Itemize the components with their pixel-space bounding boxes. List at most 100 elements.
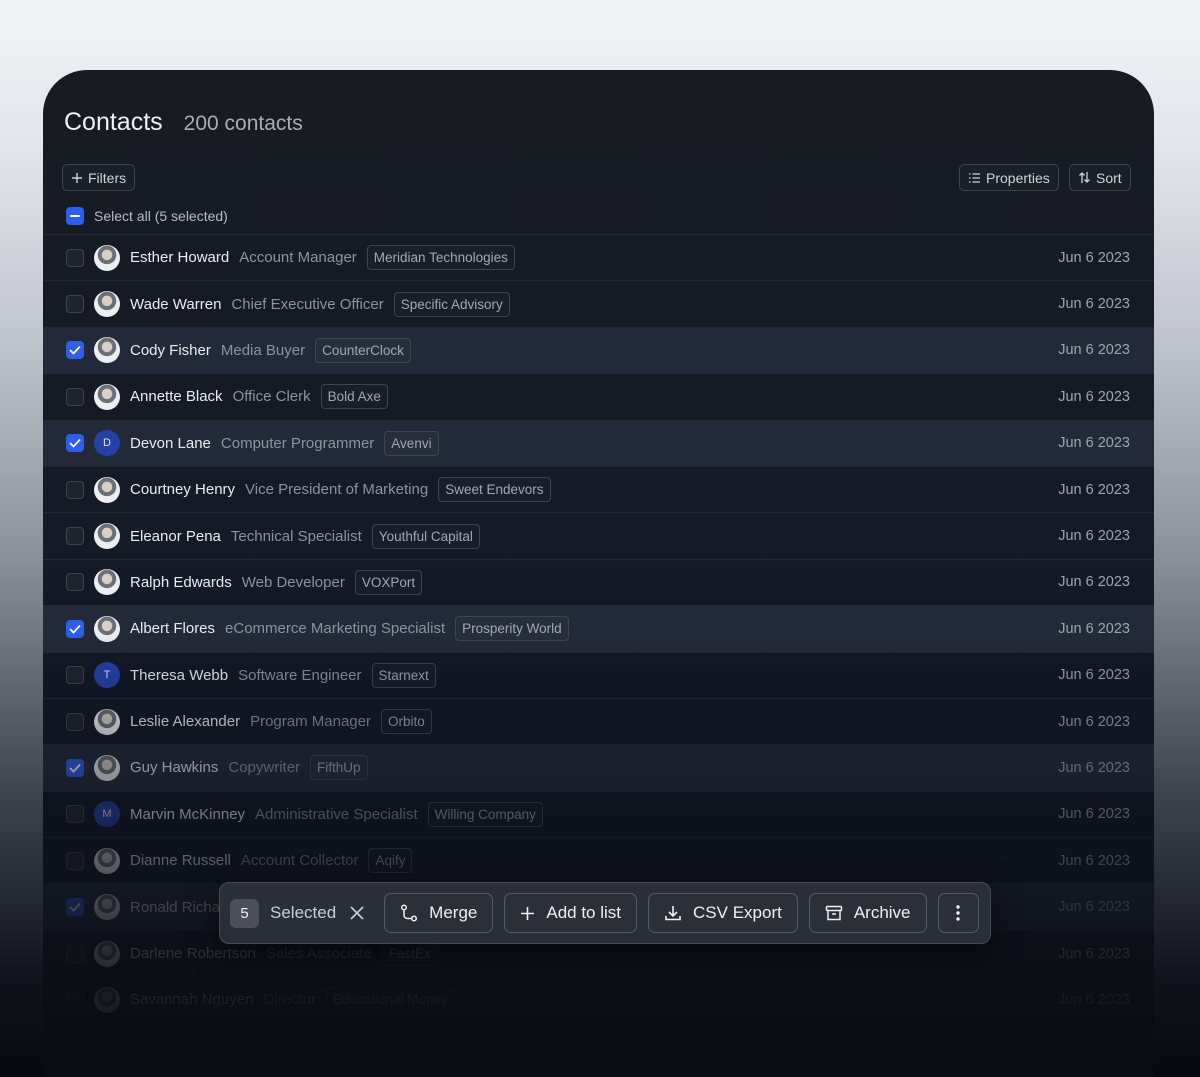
header: Contacts 200 contacts: [64, 108, 303, 137]
contact-row[interactable]: Albert Flores eCommerce Marketing Special…: [43, 605, 1154, 652]
avatar: [94, 894, 120, 921]
avatar: M: [94, 801, 120, 828]
row-checkbox[interactable]: [66, 387, 84, 406]
row-checkbox[interactable]: [66, 944, 84, 963]
row-checkbox[interactable]: [66, 851, 84, 870]
contact-row[interactable]: Savannah Nguyen Director Educational Money…: [43, 976, 1154, 1022]
company-tag[interactable]: FifthUp: [310, 755, 368, 781]
row-checkbox[interactable]: [66, 990, 84, 1009]
contact-row[interactable]: Wade Warren Chief Executive Officer Specif…: [43, 280, 1154, 326]
contact-name: Annette Black: [130, 388, 223, 406]
contact-name: Devon Lane: [130, 434, 211, 452]
avatar: [94, 476, 120, 503]
csv-export-button[interactable]: CSV Export: [648, 893, 798, 933]
more-options-button[interactable]: [937, 893, 979, 933]
row-checkbox[interactable]: [66, 341, 84, 360]
contact-name: Dianne Russell: [130, 852, 231, 870]
row-checkbox[interactable]: [66, 527, 84, 546]
company-tag[interactable]: Bold Axe: [320, 384, 388, 410]
list-icon: [969, 172, 980, 183]
plus-icon: [521, 906, 535, 920]
avatar: T: [94, 662, 120, 689]
contact-row[interactable]: Eleanor Pena Technical Specialist Youthful…: [43, 512, 1154, 558]
contact-row[interactable]: Esther Howard Account Manager Meridian Tec…: [43, 234, 1154, 280]
filters-label: Filters: [88, 169, 127, 186]
sort-label: Sort: [1096, 169, 1122, 186]
row-checkbox[interactable]: [66, 573, 84, 592]
contact-row[interactable]: Ralph Edwards Web Developer VOXPort Jun 6 2…: [43, 558, 1154, 605]
row-checkbox[interactable]: [66, 248, 84, 267]
contact-row[interactable]: Annette Black Office Clerk Bold Axe Jun 6 2…: [43, 373, 1154, 419]
contact-name: Darlene Robertson: [130, 945, 256, 963]
add-to-list-button[interactable]: Add to list: [504, 893, 638, 933]
select-all-row[interactable]: Select all (5 selected): [66, 207, 228, 225]
company-tag[interactable]: CounterClock: [315, 337, 411, 363]
clear-selection-close-icon[interactable]: [350, 906, 364, 920]
check-icon: [69, 439, 81, 449]
contact-row[interactable]: Leslie Alexander Program Manager Orbito Jun…: [43, 697, 1154, 744]
row-checkbox[interactable]: [66, 898, 84, 917]
row-checkbox[interactable]: [66, 295, 84, 314]
avatar: [94, 569, 120, 596]
row-checkbox[interactable]: [66, 480, 84, 499]
contact-date: Jun 6 2023: [1058, 852, 1130, 869]
avatar: [94, 337, 120, 364]
page-title: Contacts: [64, 108, 163, 136]
archive-button[interactable]: Archive: [808, 893, 927, 933]
row-checkbox[interactable]: [66, 434, 84, 453]
contact-row[interactable]: M Marvin McKinney Administrative Specialis…: [43, 790, 1154, 837]
row-checkbox[interactable]: [66, 805, 84, 824]
contact-role: eCommerce Marketing Specialist: [225, 620, 446, 638]
contact-row[interactable]: Dianne Russell Account Collector Aqify Jun …: [43, 837, 1154, 883]
properties-button[interactable]: Properties: [959, 164, 1059, 191]
company-tag[interactable]: Aqify: [368, 848, 413, 874]
contact-row[interactable]: Cody Fisher Media Buyer CounterClock Jun 6 …: [43, 326, 1154, 374]
company-tag[interactable]: Youthful Capital: [371, 523, 480, 549]
contact-role: Program Manager: [250, 713, 371, 731]
archive-label: Archive: [853, 903, 911, 922]
contact-role: Administrative Specialist: [255, 805, 418, 823]
sort-button[interactable]: Sort: [1069, 164, 1131, 191]
contact-role: Director: [263, 991, 316, 1009]
company-tag[interactable]: VOXPort: [354, 569, 423, 595]
contact-date: Jun 6 2023: [1058, 388, 1130, 405]
company-tag[interactable]: Orbito: [380, 709, 432, 735]
row-checkbox[interactable]: [66, 758, 84, 777]
company-tag[interactable]: Avenvi: [384, 430, 439, 456]
contact-date: Jun 6 2023: [1058, 945, 1130, 962]
row-checkbox[interactable]: [66, 666, 84, 685]
contact-date: Jun 6 2023: [1058, 574, 1130, 591]
contact-name: Ralph Edwards: [130, 573, 232, 591]
contact-name: Eleanor Pena: [130, 527, 221, 545]
row-checkbox[interactable]: [66, 619, 84, 638]
csv-export-label: CSV Export: [693, 903, 782, 922]
company-tag[interactable]: Specific Advisory: [393, 291, 510, 317]
contact-row[interactable]: Guy Hawkins Copywriter FifthUp Jun 6 2023: [43, 744, 1154, 791]
company-tag[interactable]: Meridian Technologies: [366, 245, 515, 271]
check-icon: [69, 346, 81, 356]
sort-icon: [1079, 172, 1090, 183]
contact-row[interactable]: Courtney Henry Vice President of Marketin…: [43, 465, 1154, 512]
contact-row[interactable]: T Theresa Webb Software Engineer Starnext Ju…: [43, 651, 1154, 698]
select-all-checkbox[interactable]: [66, 207, 84, 225]
contact-role: Office Clerk: [232, 388, 311, 406]
company-tag[interactable]: Prosperity World: [455, 616, 569, 642]
check-icon: [69, 763, 81, 773]
contact-role: Account Manager: [239, 249, 357, 267]
contact-row[interactable]: D Devon Lane Computer Programmer Avenvi Jun …: [43, 419, 1154, 466]
company-tag[interactable]: FastEx: [381, 941, 438, 967]
contact-date: Jun 6 2023: [1058, 806, 1130, 823]
company-tag[interactable]: Educational Money: [325, 987, 455, 1013]
row-checkbox[interactable]: [66, 712, 84, 731]
contact-name: Savannah Nguyen: [130, 991, 254, 1009]
company-tag[interactable]: Willing Company: [427, 801, 543, 827]
company-tag[interactable]: Sweet Endevors: [438, 477, 551, 503]
merge-icon: [401, 904, 418, 922]
contact-date: Jun 6 2023: [1058, 620, 1130, 637]
filters-button[interactable]: Filters: [62, 164, 136, 191]
bulk-action-bar: 5 Selected Merge Add to list CSV Export …: [219, 882, 991, 944]
add-to-list-label: Add to list: [546, 903, 622, 922]
merge-button[interactable]: Merge: [384, 893, 494, 933]
company-tag[interactable]: Starnext: [371, 662, 436, 688]
contact-role: Account Collector: [240, 852, 359, 870]
